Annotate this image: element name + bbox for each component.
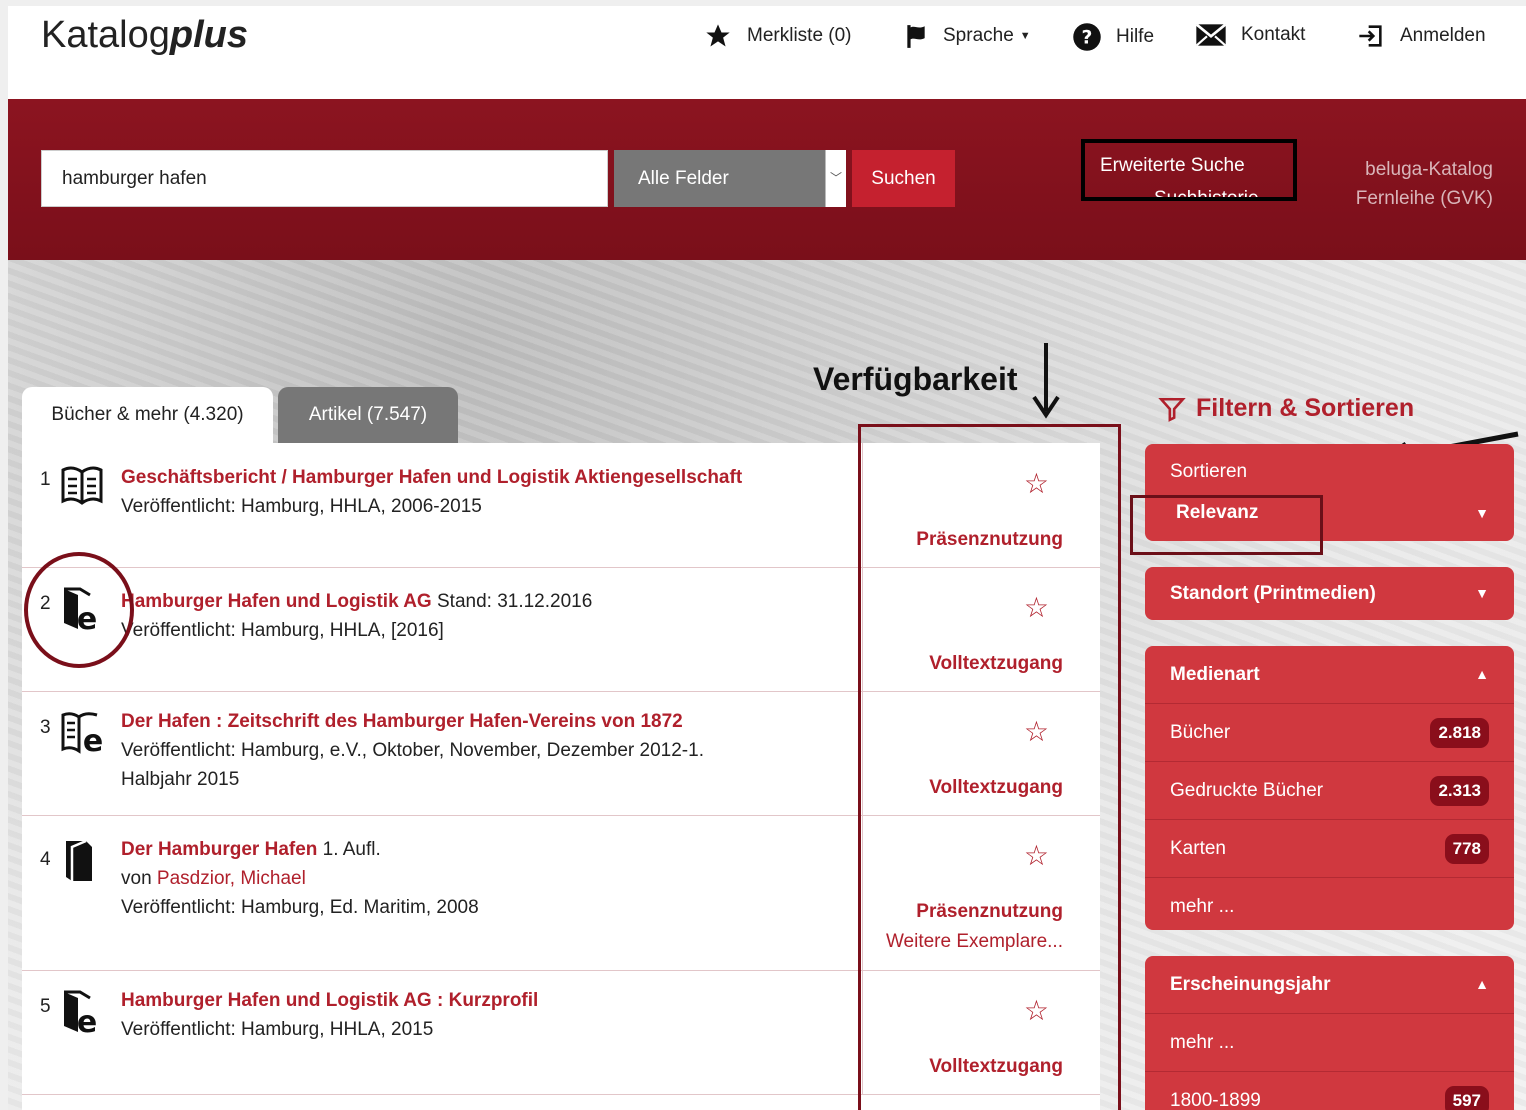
logo[interactable]: Katalogplus — [41, 14, 248, 57]
annotation-box-relevanz — [1130, 495, 1323, 555]
merkliste-link[interactable]: Merkliste (0) — [703, 22, 852, 50]
search-input[interactable]: hamburger hafen — [41, 150, 608, 207]
svg-text:e: e — [83, 724, 103, 755]
search-band: hamburger hafen Alle Felder ﹀ Suchen Suc… — [8, 99, 1526, 260]
medienart-facet: Medienart ▲ Bücher 2.818 Gedruckte Bücher 2… — [1145, 646, 1514, 930]
envelope-icon — [1195, 23, 1227, 47]
search-field-select[interactable]: Alle Felder ﹀ — [614, 150, 846, 207]
svg-text:?: ? — [1082, 27, 1093, 48]
standort-facet[interactable]: Standort (Printmedien) ▼ — [1145, 567, 1514, 620]
fernleihe-link[interactable]: Fernleihe (GVK) — [1356, 184, 1493, 213]
caret-down-icon: ▼ — [1475, 505, 1489, 521]
arrow-down-icon — [1032, 343, 1060, 419]
page: Katalogplus Merkliste (0) Sprache ▼ ? Hi… — [8, 6, 1526, 1110]
count-badge: 778 — [1444, 834, 1489, 864]
ejournal-icon: e — [61, 712, 103, 755]
annotation-circle-icon — [24, 552, 134, 668]
sprache-dropdown[interactable]: Sprache ▼ — [903, 22, 1031, 50]
ebook-icon: e — [64, 990, 97, 1036]
login-icon — [1359, 25, 1382, 47]
hilfe-link[interactable]: ? Hilfe — [1072, 22, 1154, 52]
search-button[interactable]: Suchen — [852, 150, 955, 207]
count-badge: 2.313 — [1430, 776, 1489, 806]
book-icon — [61, 466, 103, 505]
top-bar: Katalogplus Merkliste (0) Sprache ▼ ? Hi… — [8, 6, 1526, 99]
facet-item[interactable]: Karten 778 — [1145, 819, 1514, 877]
result-title-link[interactable]: Der Hafen : Zeitschrift des Hamburger Ha… — [121, 711, 683, 732]
count-badge: 597 — [1444, 1086, 1489, 1110]
tab-books[interactable]: Bücher & mehr (4.320) — [22, 387, 273, 443]
flag-icon — [907, 25, 925, 48]
facet-item[interactable]: 1800-1899 597 — [1145, 1071, 1514, 1110]
caret-down-icon: ▼ — [1475, 585, 1489, 601]
beluga-link[interactable]: beluga-Katalog — [1356, 155, 1493, 184]
kontakt-link[interactable]: Kontakt — [1195, 22, 1305, 48]
result-title-link[interactable]: Geschäftsbericht / Hamburger Hafen und L… — [121, 467, 742, 488]
result-title-link[interactable]: Hamburger Hafen und Logistik AG — [121, 591, 432, 612]
more-link[interactable]: mehr ... — [1145, 877, 1514, 935]
anmelden-link[interactable]: Anmelden — [1356, 22, 1486, 50]
medienart-header[interactable]: Medienart ▲ — [1145, 646, 1514, 703]
help-icon: ? — [1073, 23, 1101, 51]
star-icon — [706, 24, 730, 47]
erscheinungsjahr-header[interactable]: Erscheinungsjahr ▲ — [1145, 956, 1514, 1013]
caret-up-icon: ▲ — [1475, 976, 1489, 992]
annotation-box-advanced — [1081, 139, 1297, 201]
sort-label: Sortieren — [1170, 461, 1248, 482]
erscheinungsjahr-facet: Erscheinungsjahr ▲ mehr ... 1800-1899 597 — [1145, 956, 1514, 1110]
caret-up-icon: ▲ — [1475, 666, 1489, 682]
more-link[interactable]: mehr ... — [1145, 1013, 1514, 1071]
result-title-link[interactable]: Hamburger Hafen und Logistik AG : Kurzpr… — [121, 990, 538, 1011]
filter-header: Filtern & Sortieren — [1158, 394, 1414, 423]
chevron-down-icon: ﹀ — [825, 150, 846, 207]
caret-down-icon: ▼ — [1019, 30, 1031, 42]
annotation-verfuegbarkeit: Verfügbarkeit — [813, 343, 1060, 419]
svg-text:e: e — [77, 1005, 97, 1036]
external-links: beluga-Katalog Fernleihe (GVK) — [1356, 155, 1493, 213]
printed-book-icon — [66, 839, 92, 881]
author-link[interactable]: Pasdzior, Michael — [157, 868, 306, 889]
annotation-box-availability — [858, 424, 1121, 1110]
count-badge: 2.818 — [1430, 718, 1489, 748]
facet-item[interactable]: Bücher 2.818 — [1145, 703, 1514, 761]
filter-icon — [1158, 398, 1186, 423]
tab-articles[interactable]: Artikel (7.547) — [278, 387, 458, 443]
result-title-link[interactable]: Der Hamburger Hafen — [121, 839, 317, 860]
facet-item[interactable]: Gedruckte Bücher 2.313 — [1145, 761, 1514, 819]
